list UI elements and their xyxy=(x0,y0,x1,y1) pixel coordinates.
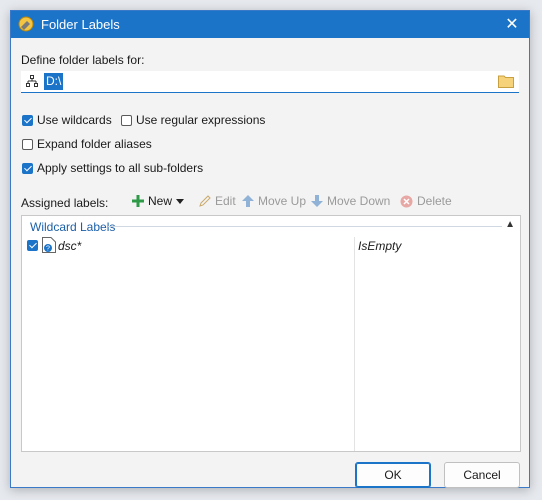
row-checkbox[interactable] xyxy=(27,240,38,251)
checkbox-icon[interactable] xyxy=(22,114,33,126)
apply-subfolders-label: Apply settings to all sub-folders xyxy=(37,161,204,175)
app-icon xyxy=(18,16,34,32)
move-down-button[interactable]: Move Down xyxy=(311,194,390,208)
file-question-icon: ? xyxy=(42,237,56,253)
edit-button-label: Edit xyxy=(215,194,236,208)
define-labels-label: Define folder labels for: xyxy=(21,53,145,67)
folder-path-value[interactable]: D:\ xyxy=(44,73,64,90)
group-header: Wildcard Labels xyxy=(30,220,116,234)
expand-aliases-checkbox[interactable]: Expand folder aliases xyxy=(22,137,152,151)
delete-icon xyxy=(400,195,413,207)
svg-text:?: ? xyxy=(46,246,50,253)
folder-labels-dialog: Folder Labels ✕ Define folder labels for… xyxy=(10,10,530,488)
network-icon xyxy=(26,75,38,87)
chevron-down-icon xyxy=(176,198,185,204)
delete-button[interactable]: Delete xyxy=(400,194,452,208)
edit-button[interactable]: Edit xyxy=(199,194,236,208)
checkbox-icon[interactable] xyxy=(121,114,132,126)
checkbox-icon[interactable] xyxy=(22,138,33,150)
title-bar: Folder Labels ✕ xyxy=(11,11,529,38)
column-divider xyxy=(354,237,355,451)
use-wildcards-checkbox[interactable]: Use wildcards xyxy=(22,113,112,127)
group-divider xyxy=(108,226,502,227)
labels-list[interactable]: Wildcard Labels ▲ ? dsc* IsEmpty xyxy=(21,215,521,452)
use-regex-checkbox[interactable]: Use regular expressions xyxy=(121,113,265,127)
assigned-labels-label: Assigned labels: xyxy=(21,196,109,210)
arrow-up-icon xyxy=(242,195,254,207)
ok-button[interactable]: OK xyxy=(355,462,431,488)
apply-subfolders-checkbox[interactable]: Apply settings to all sub-folders xyxy=(22,161,203,175)
use-regex-label: Use regular expressions xyxy=(136,113,266,127)
window-title: Folder Labels xyxy=(41,17,120,32)
move-up-button[interactable]: Move Up xyxy=(242,194,306,208)
folder-browse-icon[interactable] xyxy=(498,74,514,88)
new-button[interactable]: New xyxy=(132,194,185,208)
new-button-label: New xyxy=(148,194,173,208)
pencil-icon xyxy=(199,195,211,207)
expand-aliases-label: Expand folder aliases xyxy=(37,137,152,151)
close-icon[interactable]: ✕ xyxy=(495,11,529,38)
use-wildcards-label: Use wildcards xyxy=(37,113,112,127)
move-up-button-label: Move Up xyxy=(258,194,307,208)
checkbox-icon[interactable] xyxy=(27,240,38,251)
arrow-down-icon xyxy=(311,195,323,207)
delete-button-label: Delete xyxy=(417,194,452,208)
plus-icon xyxy=(132,195,144,207)
move-down-button-label: Move Down xyxy=(327,194,391,208)
row-name: dsc* xyxy=(58,239,82,253)
list-item[interactable]: ? dsc* IsEmpty xyxy=(27,237,517,255)
row-label: IsEmpty xyxy=(358,239,402,253)
folder-path-field[interactable]: D:\ xyxy=(21,71,519,93)
checkbox-icon[interactable] xyxy=(22,162,33,174)
cancel-button[interactable]: Cancel xyxy=(444,462,520,488)
chevron-up-icon[interactable]: ▲ xyxy=(505,219,515,230)
